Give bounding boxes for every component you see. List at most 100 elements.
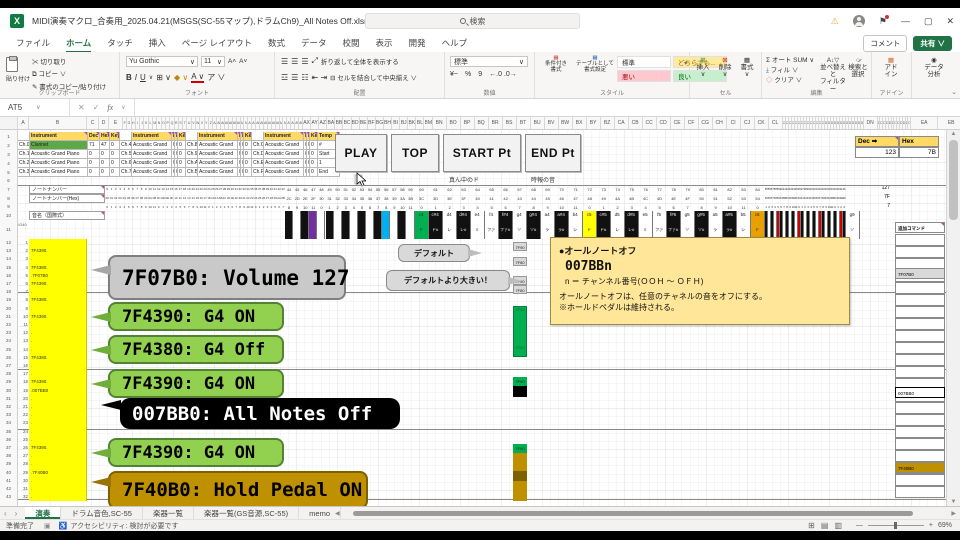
- maximize-button[interactable]: ▢: [924, 16, 933, 27]
- row-header[interactable]: 40: [0, 469, 17, 477]
- macro-cell[interactable]: 7F4380.: [31, 354, 86, 362]
- row-header[interactable]: 25: [0, 346, 17, 354]
- a-col-value[interactable]: 21: [18, 403, 28, 411]
- currency-icon[interactable]: ¥~: [450, 71, 458, 78]
- table-header-cell[interactable]: Hex: [100, 132, 110, 141]
- ribbon-tab[interactable]: 表示: [368, 34, 401, 52]
- horizontal-scroll-thumb[interactable]: [353, 511, 913, 516]
- row-header[interactable]: 42: [0, 485, 17, 493]
- macro-cell[interactable]: .: [31, 452, 86, 460]
- column-header[interactable]: BG: [376, 117, 384, 129]
- macro-cell[interactable]: .: [31, 370, 86, 378]
- column-header[interactable]: BM: [425, 117, 433, 129]
- column-header[interactable]: CA: [615, 117, 629, 129]
- table-cell[interactable]: 0: [310, 168, 318, 177]
- table-cell[interactable]: Ch.7: [120, 168, 132, 177]
- italic-button[interactable]: I: [135, 73, 137, 82]
- row-header[interactable]: 35: [0, 428, 17, 436]
- page-layout-view-icon[interactable]: ▤: [821, 521, 829, 530]
- table-header-cell[interactable]: Key: [178, 132, 186, 141]
- macro-cell[interactable]: 7F4390.: [31, 444, 86, 452]
- bold-button[interactable]: B: [126, 73, 132, 82]
- macro-cell[interactable]: .: [31, 411, 86, 419]
- macro-cell[interactable]: 7F4390.: [31, 313, 86, 321]
- column-header[interactable]: B: [29, 117, 87, 129]
- add-command-cell[interactable]: [895, 438, 945, 450]
- a-col-value[interactable]: 26: [18, 444, 28, 452]
- row-header[interactable]: 10: [0, 211, 17, 220]
- column-header[interactable]: CI: [727, 117, 741, 129]
- table-header-cell[interactable]: Key: [110, 132, 120, 141]
- table-cell[interactable]: 0: [244, 141, 252, 150]
- column-header[interactable]: BA: [327, 117, 335, 129]
- column-header[interactable]: BS: [503, 117, 517, 129]
- table-header-cell[interactable]: [120, 132, 132, 141]
- sheet-tab[interactable]: ドラム音色,SC-55: [61, 507, 143, 519]
- fill-color-icon[interactable]: ◆ ∨: [174, 73, 188, 82]
- macro-cell[interactable]: .: [31, 305, 86, 313]
- macro-cell[interactable]: .: [31, 460, 86, 468]
- shrink-font-icon[interactable]: A˅: [239, 58, 247, 65]
- zoom-slider-thumb[interactable]: [894, 522, 897, 529]
- copy-button[interactable]: ⧉ コピー ∨: [32, 68, 106, 79]
- table-header-cell[interactable]: Instrument: [30, 132, 88, 141]
- row-header[interactable]: 8: [0, 194, 17, 203]
- dec-value-cell[interactable]: 123: [855, 147, 899, 158]
- borders-icon[interactable]: ⊞ ∨: [156, 73, 171, 82]
- table-cell[interactable]: 0: [100, 150, 110, 159]
- macro-cell[interactable]: .: [31, 346, 86, 354]
- align-center-icon[interactable]: ☰: [291, 73, 298, 82]
- piano-key-c#4[interactable]: c#4ド#: [429, 211, 443, 239]
- macro-cell[interactable]: .: [31, 337, 86, 345]
- column-header[interactable]: EA: [911, 117, 938, 129]
- column-header[interactable]: BU: [531, 117, 545, 129]
- g4-event-cell[interactable]: 7F90: [513, 444, 527, 453]
- column-header[interactable]: BT: [517, 117, 531, 129]
- column-header[interactable]: BZ: [601, 117, 615, 129]
- column-header[interactable]: BL: [416, 117, 424, 129]
- piano-key-f5[interactable]: f5ファ: [653, 211, 667, 239]
- add-command-cell[interactable]: [895, 318, 945, 330]
- row-header[interactable]: 32: [0, 403, 17, 411]
- column-header[interactable]: BX: [573, 117, 587, 129]
- add-command-header[interactable]: 追加コマンド: [895, 222, 945, 233]
- column-headers[interactable]: ABCDEFGHIJKLMNOPQRSTUVWXYZAAABACADAEAFAG…: [0, 117, 960, 130]
- table-header-cell[interactable]: Instrument: [198, 132, 238, 141]
- row-header[interactable]: 27: [0, 362, 17, 370]
- table-cell[interactable]: Acoustic Grand: [132, 150, 172, 159]
- a-col-value[interactable]: 32: [18, 493, 28, 501]
- a-col-value[interactable]: 13: [18, 337, 28, 345]
- a-col-value[interactable]: 16: [18, 362, 28, 370]
- a-col-value[interactable]: 23: [18, 419, 28, 427]
- macro-cell[interactable]: 7F4390.: [31, 247, 86, 255]
- a-col-value[interactable]: 17: [18, 370, 28, 378]
- piano-key[interactable]: [293, 211, 301, 239]
- column-header[interactable]: CE: [671, 117, 685, 129]
- piano-key-g#4[interactable]: g#4ソ#: [527, 211, 541, 239]
- piano-key-d#4[interactable]: d#4レ#: [457, 211, 471, 239]
- column-header[interactable]: BB: [335, 117, 343, 129]
- column-header[interactable]: BR: [489, 117, 503, 129]
- piano-key-a4[interactable]: a4ラ: [541, 211, 555, 239]
- align-right-icon[interactable]: ☷: [301, 73, 308, 82]
- macro-cell[interactable]: .: [31, 436, 86, 444]
- piano-key[interactable]: [301, 211, 309, 239]
- column-header[interactable]: CK: [755, 117, 769, 129]
- scroll-up-arrow[interactable]: ▲: [947, 131, 960, 137]
- macro-cell[interactable]: 7F4380.: [31, 264, 86, 272]
- g4-cutoff-cell[interactable]: [513, 386, 527, 397]
- piano-key[interactable]: [382, 211, 390, 239]
- piano-key-g4[interactable]: g4ソ: [513, 211, 527, 239]
- g4-note-bar[interactable]: 7F907F80: [513, 306, 527, 357]
- macro-cell[interactable]: .: [31, 255, 86, 263]
- table-cell[interactable]: 0: [310, 150, 318, 159]
- table-cell[interactable]: Clarinet: [30, 141, 88, 150]
- font-color-icon[interactable]: A ∨: [191, 72, 204, 83]
- enter-icon[interactable]: ✓: [93, 103, 100, 112]
- a-col-value[interactable]: 5: [18, 272, 28, 280]
- column-header[interactable]: BY: [587, 117, 601, 129]
- cut-button[interactable]: ✂ 切り取り: [32, 56, 106, 66]
- a-col-value[interactable]: 20: [18, 395, 28, 403]
- row-header[interactable]: 39: [0, 460, 17, 468]
- column-header[interactable]: CJ: [741, 117, 755, 129]
